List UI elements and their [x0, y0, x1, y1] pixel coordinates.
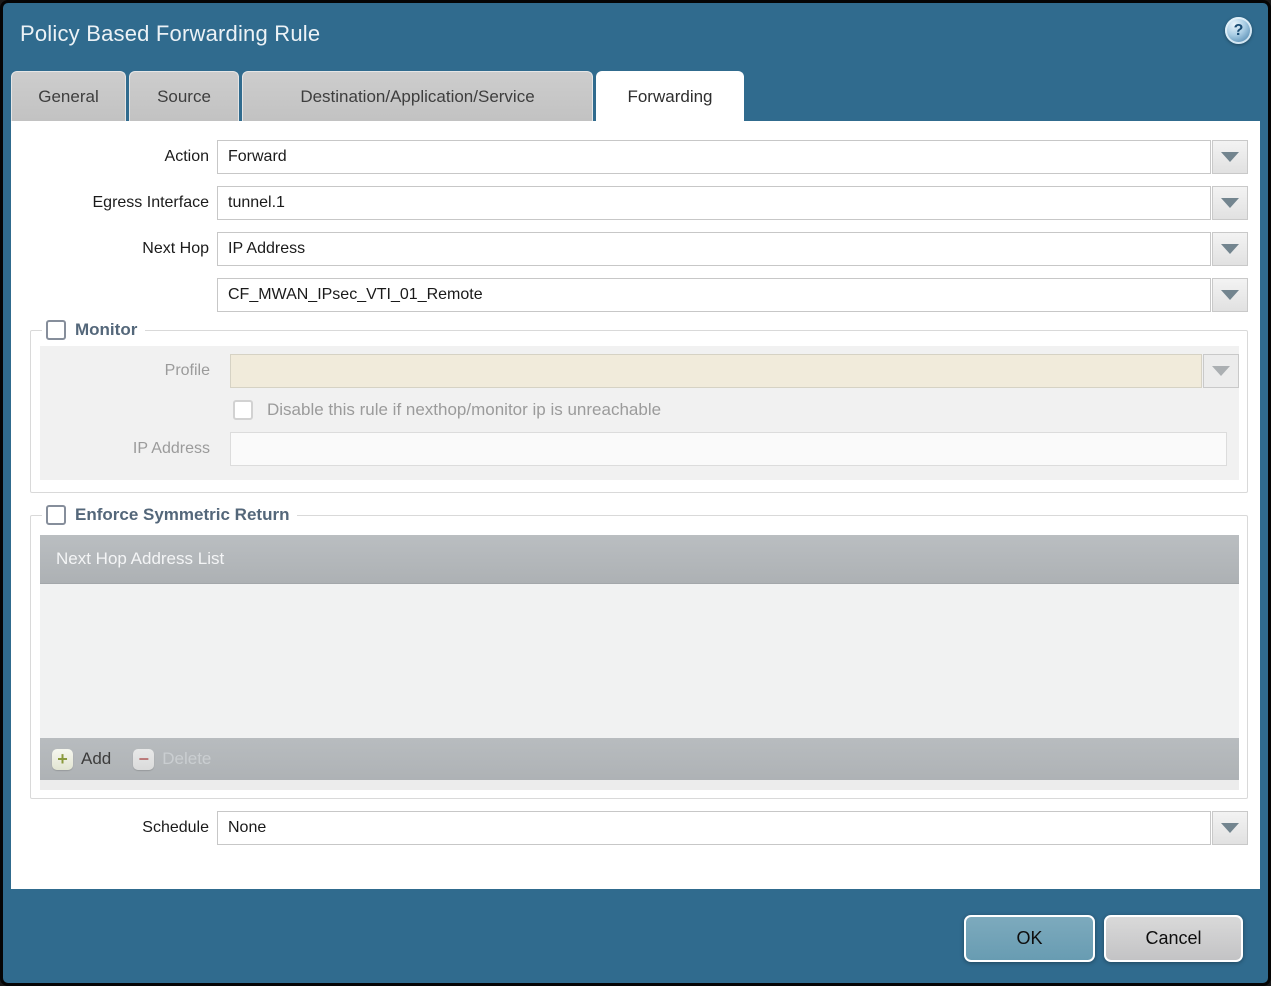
next-hop-label: Next Hop [142, 240, 209, 257]
delete-button: Delete [133, 748, 212, 770]
profile-input [230, 354, 1202, 388]
next-hop-address-list-grid: Next Hop Address List Add Delete [40, 535, 1239, 790]
action-dropdown-button[interactable] [1212, 140, 1248, 174]
schedule-row: Schedule [11, 811, 1248, 845]
delete-button-label: Delete [162, 749, 212, 768]
tab-bar: General Source Destination/Application/S… [3, 67, 1268, 121]
help-glyph: ? [1233, 21, 1244, 39]
grid-scroll-strip [40, 780, 1239, 790]
tab-general[interactable]: General [11, 71, 126, 121]
grid-toolbar: Add Delete [40, 738, 1239, 780]
monitor-section: Monitor Profile Disable this rule if nex… [30, 320, 1248, 493]
next-hop-type-input[interactable] [217, 232, 1211, 266]
titlebar: Policy Based Forwarding Rule ? [3, 3, 1268, 67]
next-hop-address-list-column-header[interactable]: Next Hop Address List [40, 535, 1239, 584]
enforce-symmetric-return-section: Enforce Symmetric Return Next Hop Addres… [30, 505, 1248, 799]
profile-row: Profile [40, 354, 1239, 388]
chevron-down-icon [1221, 198, 1239, 208]
dialog-footer: OK Cancel [3, 889, 1268, 983]
tab-source[interactable]: Source [129, 71, 239, 121]
tab-forwarding[interactable]: Forwarding [596, 71, 744, 121]
egress-interface-label: Egress Interface [92, 194, 210, 211]
action-row: Action [11, 140, 1248, 174]
ok-button[interactable]: OK [964, 915, 1095, 962]
chevron-down-icon [1221, 152, 1239, 162]
next-hop-address-list-header-label: Next Hop Address List [56, 549, 225, 568]
dialog-title: Policy Based Forwarding Rule [20, 21, 321, 46]
chevron-down-icon [1212, 366, 1230, 376]
monitor-panel: Profile Disable this rule if nexthop/mon… [40, 346, 1239, 480]
schedule-label: Schedule [142, 819, 209, 836]
egress-interface-row: Egress Interface [11, 186, 1248, 220]
enforce-symmetric-return-legend: Enforce Symmetric Return [42, 505, 297, 525]
action-label: Action [164, 148, 209, 165]
next-hop-address-input[interactable] [217, 278, 1211, 312]
egress-interface-dropdown-button[interactable] [1212, 186, 1248, 220]
next-hop-address-row [11, 278, 1248, 312]
monitor-legend: Monitor [42, 320, 145, 340]
egress-interface-input[interactable] [217, 186, 1211, 220]
next-hop-address-list-body [40, 584, 1239, 738]
chevron-down-icon [1221, 823, 1239, 833]
enforce-symmetric-return-legend-label: Enforce Symmetric Return [75, 505, 290, 524]
enforce-symmetric-return-checkbox[interactable] [46, 505, 66, 525]
cancel-button[interactable]: Cancel [1104, 915, 1243, 962]
tab-destination-application-service[interactable]: Destination/Application/Service [242, 71, 593, 121]
disable-rule-row: Disable this rule if nexthop/monitor ip … [40, 400, 1239, 420]
help-icon[interactable]: ? [1225, 17, 1252, 44]
next-hop-row: Next Hop [11, 232, 1248, 266]
next-hop-type-dropdown-button[interactable] [1212, 232, 1248, 266]
disable-rule-checkbox [233, 400, 253, 420]
disable-rule-label: Disable this rule if nexthop/monitor ip … [267, 400, 662, 419]
chevron-down-icon [1221, 244, 1239, 254]
delete-icon [133, 748, 155, 770]
action-input[interactable] [217, 140, 1211, 174]
monitor-ip-address-input [230, 432, 1227, 466]
monitor-checkbox[interactable] [46, 320, 66, 340]
add-button-label: Add [81, 749, 112, 768]
chevron-down-icon [1221, 290, 1239, 300]
policy-based-forwarding-dialog: Policy Based Forwarding Rule ? General S… [0, 0, 1271, 986]
schedule-dropdown-button[interactable] [1212, 811, 1248, 845]
add-icon [52, 748, 73, 770]
monitor-ip-address-label: IP Address [132, 440, 210, 457]
next-hop-address-dropdown-button[interactable] [1212, 278, 1248, 312]
forwarding-tab-panel: Action Egress Interface Next Hop [11, 121, 1260, 889]
profile-dropdown-button [1203, 354, 1239, 388]
add-button[interactable]: Add [52, 748, 112, 770]
profile-label: Profile [164, 362, 210, 379]
monitor-ip-address-row: IP Address [40, 432, 1239, 466]
monitor-legend-label: Monitor [75, 320, 138, 339]
schedule-input[interactable] [217, 811, 1211, 845]
